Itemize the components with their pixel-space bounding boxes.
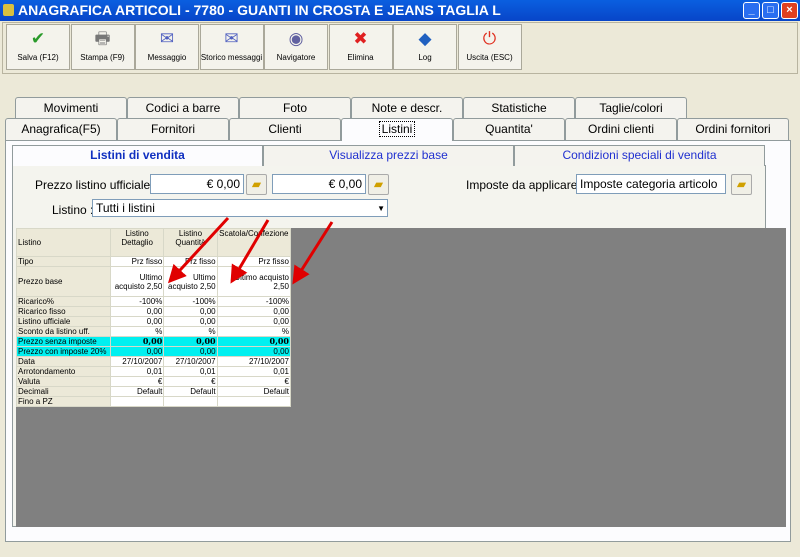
tab-label: Quantita' (485, 122, 533, 136)
tab-anagrafica-f5[interactable]: Anagrafica(F5) (5, 118, 117, 140)
subtab-visualizza-prezzi-base[interactable]: Visualizza prezzi base (263, 145, 514, 166)
tab-label: Ordini clienti (587, 122, 655, 136)
messaggio-button[interactable]: ✉ Messaggio (135, 24, 199, 70)
toolbar-button-label: Elimina (347, 53, 374, 62)
subtab-condizioni-speciali-di-vendita[interactable]: Condizioni speciali di vendita (514, 145, 765, 166)
toolbar-button-label: Log (418, 53, 432, 62)
tab-label: Fornitori (150, 122, 195, 136)
tab-codici-a-barre[interactable]: Codici a barre (127, 97, 239, 119)
check-icon: ✔ (30, 29, 46, 48)
tab-listini[interactable]: Listini (341, 118, 453, 141)
red-arrows (167, 216, 334, 285)
printer-icon: 🖶 (94, 29, 111, 48)
tab-label: Ordini fornitori (695, 122, 771, 136)
tab-ordini-fornitori[interactable]: Ordini fornitori (677, 118, 789, 140)
tab-foto[interactable]: Foto (239, 97, 351, 119)
mail-search-icon: ✉ (224, 29, 239, 48)
tab-note-e-descr[interactable]: Note e descr. (351, 97, 463, 119)
tab-taglie-colori[interactable]: Taglie/colori (575, 97, 687, 119)
tab-label: Clienti (268, 122, 302, 136)
compass-icon: ◉ (288, 29, 304, 48)
status-bar (0, 543, 800, 557)
tab-quantita[interactable]: Quantita' (453, 118, 565, 140)
x-icon: ✖ (353, 29, 368, 48)
salva-f12-button[interactable]: ✔ Salva (F12) (6, 24, 70, 70)
tab-clienti[interactable]: Clienti (229, 118, 341, 140)
toolbar-button-label: Messaggio (147, 53, 187, 62)
mail-pen-icon: ✉ (159, 29, 175, 48)
tab-statistiche[interactable]: Statistiche (463, 97, 575, 119)
toolbar-button-label: Salva (F12) (17, 53, 59, 62)
arrow-2 (230, 219, 270, 284)
subtab-listini-di-vendita[interactable]: Listini di vendita (12, 145, 263, 166)
book-search-icon: ◆ (418, 29, 432, 48)
power-icon: ⏻ (482, 29, 497, 48)
tab-label: Anagrafica(F5) (21, 122, 101, 136)
toolbar-button-label: Stampa (F9) (80, 53, 125, 62)
tab-fornitori[interactable]: Fornitori (117, 118, 229, 140)
toolbar-button-label: Navigatore (276, 53, 316, 62)
tab-ordini-clienti[interactable]: Ordini clienti (565, 118, 677, 140)
arrow-3 (292, 221, 334, 285)
toolbar-button-label: Storico messaggi (200, 53, 263, 62)
toolbar-button-label: Uscita (ESC) (466, 53, 513, 62)
tab-label: Listini (378, 121, 416, 137)
elimina-button[interactable]: ✖ Elimina (328, 24, 393, 70)
uscita-esc-button[interactable]: ⏻ Uscita (ESC) (457, 24, 522, 70)
storico-messaggi-button[interactable]: ✉ Storico messaggi (199, 24, 264, 70)
tab-movimenti[interactable]: Movimenti (15, 97, 127, 119)
stampa-f9-button[interactable]: 🖶 Stampa (F9) (70, 24, 135, 70)
log-button[interactable]: ◆ Log (393, 24, 457, 70)
navigatore-button[interactable]: ◉ Navigatore (264, 24, 328, 70)
arrow-1 (167, 216, 230, 284)
